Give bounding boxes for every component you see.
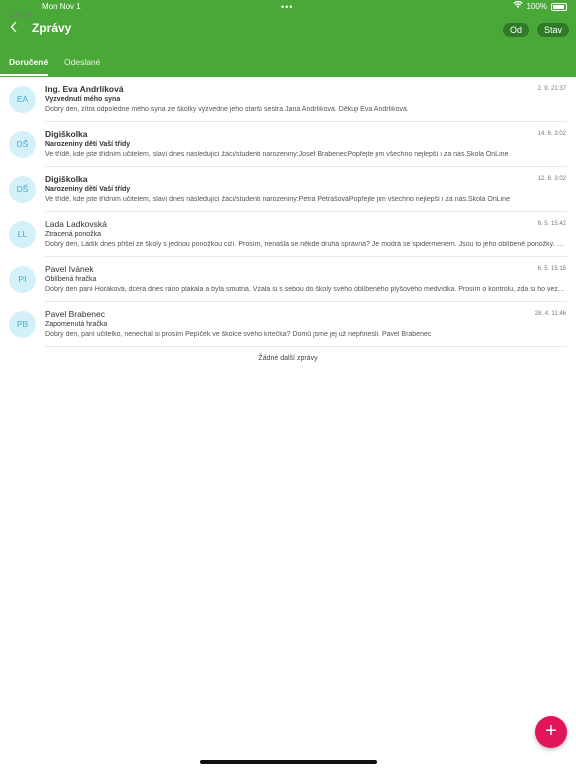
active-tab-indicator — [0, 74, 48, 76]
avatar: EA — [9, 86, 36, 113]
home-indicator[interactable] — [200, 760, 377, 764]
message-time: 2. 9. 21:37 — [537, 86, 566, 92]
message-preview: Dobrý den, Ládík dnes přišel ze školy s … — [45, 241, 567, 248]
message-item[interactable]: DŠ Digiškolka 14. 6. 3:02 Narozeniny dět… — [0, 122, 576, 167]
status-bar: 5:28 PM Mon Nov 1 ••• 100% — [0, 0, 576, 19]
message-time: 12. 6. 3:02 — [537, 176, 566, 182]
avatar: DŠ — [9, 176, 36, 203]
message-time: 6. 5. 15:15 — [537, 266, 566, 272]
app-header: 5:28 PM Mon Nov 1 ••• 100% Zprávy Od Sta… — [0, 0, 576, 77]
message-subject: Zapomenutá hračka — [45, 321, 108, 328]
message-preview: Ve třídě, kde jste třídním učitelem, sla… — [45, 196, 510, 203]
avatar: PB — [9, 311, 36, 338]
message-item[interactable]: LL Lada Ladkovská 6. 5. 15:42 Ztracená p… — [0, 212, 576, 257]
message-item[interactable]: DŠ Digiškolka 12. 6. 3:02 Narozeniny dět… — [0, 167, 576, 212]
no-more-messages-text: Žádné další zprávy — [258, 355, 318, 362]
message-item[interactable]: EA Ing. Eva Andrlíková 2. 9. 21:37 Vyzve… — [0, 77, 576, 122]
message-sender: Pavel Brabenec — [45, 309, 106, 319]
compose-button[interactable]: + — [535, 716, 567, 748]
message-sender: Ing. Eva Andrlíková — [45, 84, 124, 94]
avatar: PI — [9, 266, 36, 293]
message-time: 6. 5. 15:42 — [537, 221, 566, 227]
message-preview: Dobrý den, paní učitelko, nenechal si pr… — [45, 331, 432, 338]
message-item[interactable]: PB Pavel Brabenec 28. 4. 11:46 Zapomenut… — [0, 302, 576, 347]
message-subject: Narozeniny dětí Vaší třídy — [45, 141, 131, 148]
tab-inbox[interactable]: Doručené — [9, 57, 48, 67]
message-preview: Ve třídě, kde jste třídním učitelem, sla… — [45, 151, 509, 158]
message-preview: Dobrý den, zítra odpoledne mého syna ze … — [45, 106, 409, 113]
filter-status-button[interactable]: Stav — [537, 23, 570, 37]
message-subject: Ztracená ponožka — [45, 231, 102, 238]
chevron-left-icon[interactable] — [7, 20, 21, 38]
message-list: EA Ing. Eva Andrlíková 2. 9. 21:37 Vyzve… — [0, 77, 576, 347]
page-title: Zprávy — [32, 21, 72, 35]
message-subject: Vyzvednutí mého syna — [45, 96, 121, 103]
tab-sent[interactable]: Odeslané — [64, 57, 100, 67]
message-sender: Digiškolka — [45, 129, 88, 139]
message-sender: Digiškolka — [45, 174, 88, 184]
message-subject: Narozeniny dětí Vaší třídy — [45, 186, 131, 193]
message-sender: Lada Ladkovská — [45, 219, 107, 229]
plus-icon: + — [545, 720, 557, 742]
message-preview: Dobrý den paní Horáková, dcera dnes ráno… — [45, 286, 567, 293]
message-time: 14. 6. 3:02 — [537, 131, 566, 137]
message-subject: Oblíbená hračka — [45, 276, 97, 283]
message-item[interactable]: PI Pavel Ivánek 6. 5. 15:15 Oblíbená hra… — [0, 257, 576, 302]
multitask-dots[interactable]: ••• — [281, 0, 293, 14]
status-date: Mon Nov 1 — [42, 2, 81, 11]
message-time: 28. 4. 11:46 — [534, 311, 566, 317]
wifi-icon — [512, 0, 523, 14]
filter-from-button[interactable]: Od — [503, 23, 530, 37]
battery-icon — [551, 3, 567, 11]
battery-percent: 100% — [526, 2, 547, 11]
avatar: DŠ — [9, 131, 36, 158]
avatar: LL — [9, 221, 36, 248]
message-sender: Pavel Ivánek — [45, 264, 94, 274]
status-right: 100% — [512, 0, 567, 14]
